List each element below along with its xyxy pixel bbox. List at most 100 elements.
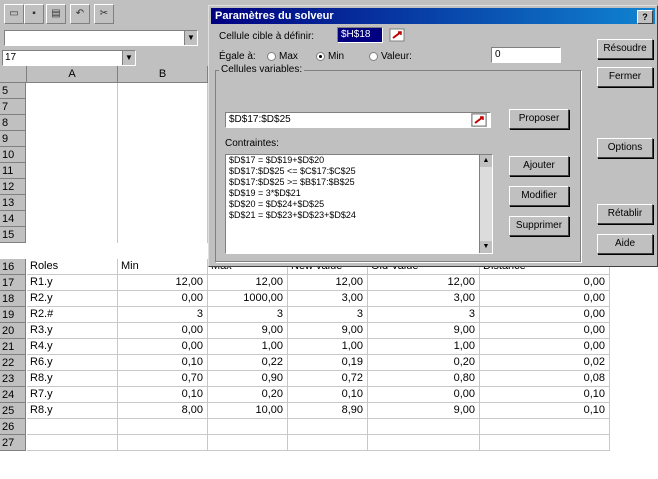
table-cell[interactable]: R7.y [27,387,118,403]
table-cell[interactable]: R3.y [27,323,118,339]
table-cell[interactable]: 0,70 [118,371,208,387]
row-header[interactable]: 13 [0,195,26,211]
table-cell[interactable]: 0,00 [480,307,610,323]
table-cell[interactable]: R2.y [27,291,118,307]
table-cell[interactable]: 9,00 [368,403,480,419]
empty-cell[interactable] [118,419,208,435]
row-header[interactable]: 15 [0,227,26,243]
table-cell[interactable]: 12,00 [208,275,288,291]
row-header[interactable]: 18 [0,291,26,307]
min-radio[interactable] [316,52,325,61]
table-cell[interactable]: 3 [288,307,368,323]
table-cell[interactable]: 0,72 [288,371,368,387]
row-header[interactable]: 16 [0,259,26,275]
constraint-item[interactable]: $D$20 = $D$24+$D$25 [226,199,492,210]
empty-cell[interactable] [288,435,368,451]
help-button[interactable]: Aide [597,234,653,254]
row-header[interactable]: 9 [0,131,26,147]
table-cell[interactable]: 3 [118,307,208,323]
empty-cell[interactable] [368,419,480,435]
constraints-list[interactable]: $D$17 = $D$19+$D$20 $D$17:$D$25 <= $C$17… [225,154,493,254]
column-header-1[interactable]: Min [118,259,208,275]
constraints-scrollbar[interactable]: ▲ ▼ [479,155,492,253]
row-header[interactable]: 10 [0,147,26,163]
empty-cell[interactable] [480,435,610,451]
collapse-dialog-icon[interactable] [471,113,487,127]
empty-cell[interactable] [208,435,288,451]
table-cell[interactable]: 0,00 [118,291,208,307]
row-header[interactable]: 23 [0,371,26,387]
select-all-corner[interactable] [0,66,27,83]
table-cell[interactable]: 8,90 [288,403,368,419]
table-cell[interactable]: 1,00 [208,339,288,355]
name-box[interactable]: 17 ▼ [2,50,136,66]
empty-cell[interactable] [27,435,118,451]
chevron-down-icon[interactable]: ▼ [184,31,197,45]
table-cell[interactable]: 0,20 [208,387,288,403]
table-cell[interactable]: 1,00 [368,339,480,355]
modify-button[interactable]: Modifier [509,186,569,206]
table-cell[interactable]: 9,00 [368,323,480,339]
collapse-dialog-icon[interactable] [389,28,405,42]
row-header[interactable]: 22 [0,355,26,371]
variables-input[interactable]: $D$17:$D$25 [225,112,491,128]
table-cell[interactable]: 0,00 [368,387,480,403]
propose-button[interactable]: Proposer [509,109,569,129]
table-cell[interactable]: R2.# [27,307,118,323]
row-header[interactable]: 27 [0,435,26,451]
table-cell[interactable]: 0,10 [288,387,368,403]
row-header[interactable]: 8 [0,115,26,131]
table-cell[interactable]: 0,02 [480,355,610,371]
constraint-item[interactable]: $D$17 = $D$19+$D$20 [226,155,492,166]
table-cell[interactable]: 0,10 [118,355,208,371]
table-cell[interactable]: R4.y [27,339,118,355]
table-cell[interactable]: 0,00 [118,339,208,355]
table-cell[interactable]: 0,19 [288,355,368,371]
table-cell[interactable]: 12,00 [368,275,480,291]
row-header[interactable]: 14 [0,211,26,227]
table-cell[interactable]: 0,10 [118,387,208,403]
table-cell[interactable]: 0,22 [208,355,288,371]
row-header[interactable]: 12 [0,179,26,195]
table-cell[interactable]: 0,00 [480,323,610,339]
table-cell[interactable]: R1.y [27,275,118,291]
target-cell-input[interactable]: $H$18 [337,27,383,43]
constraint-item[interactable]: $D$19 = 3*$D$21 [226,188,492,199]
constraint-item[interactable]: $D$17:$D$25 <= $C$17:$C$25 [226,166,492,177]
close-button[interactable]: Fermer [597,67,653,87]
empty-cell[interactable] [368,435,480,451]
options-button[interactable]: Options [597,138,653,158]
empty-cells-b[interactable] [118,83,208,243]
table-cell[interactable]: 0,90 [208,371,288,387]
table-cell[interactable]: 0,80 [368,371,480,387]
empty-cell[interactable] [288,419,368,435]
add-button[interactable]: Ajouter [509,156,569,176]
empty-cell[interactable] [480,419,610,435]
table-cell[interactable]: 1000,00 [208,291,288,307]
table-cell[interactable]: 3 [208,307,288,323]
delete-button[interactable]: Supprimer [509,216,569,236]
table-cell[interactable]: 9,00 [208,323,288,339]
undo-icon[interactable]: ↶ [70,4,90,24]
save-icon[interactable]: ▪ [24,4,44,24]
table-cell[interactable]: 0,10 [480,403,610,419]
row-header[interactable]: 26 [0,419,26,435]
constraint-item[interactable]: $D$21 = $D$23+$D$23+$D$24 [226,210,492,221]
max-radio[interactable] [267,52,276,61]
table-cell[interactable]: 0,08 [480,371,610,387]
table-cell[interactable]: 0,00 [480,291,610,307]
column-header-0[interactable]: Roles [27,259,118,275]
empty-cell[interactable] [208,419,288,435]
row-header[interactable]: 24 [0,387,26,403]
row-header[interactable]: 11 [0,163,26,179]
constraint-item[interactable]: $D$17:$D$25 >= $B$17:$B$25 [226,177,492,188]
row-header[interactable]: 21 [0,339,26,355]
table-cell[interactable]: 0,20 [368,355,480,371]
empty-cell[interactable] [27,419,118,435]
table-cell[interactable]: 10,00 [208,403,288,419]
table-cell[interactable]: 12,00 [118,275,208,291]
row-header[interactable]: 5 [0,83,26,99]
table-cell[interactable]: R8.y [27,403,118,419]
scroll-down-icon[interactable]: ▼ [480,241,492,253]
dialog-titlebar[interactable]: Paramètres du solveur ? [211,8,655,24]
